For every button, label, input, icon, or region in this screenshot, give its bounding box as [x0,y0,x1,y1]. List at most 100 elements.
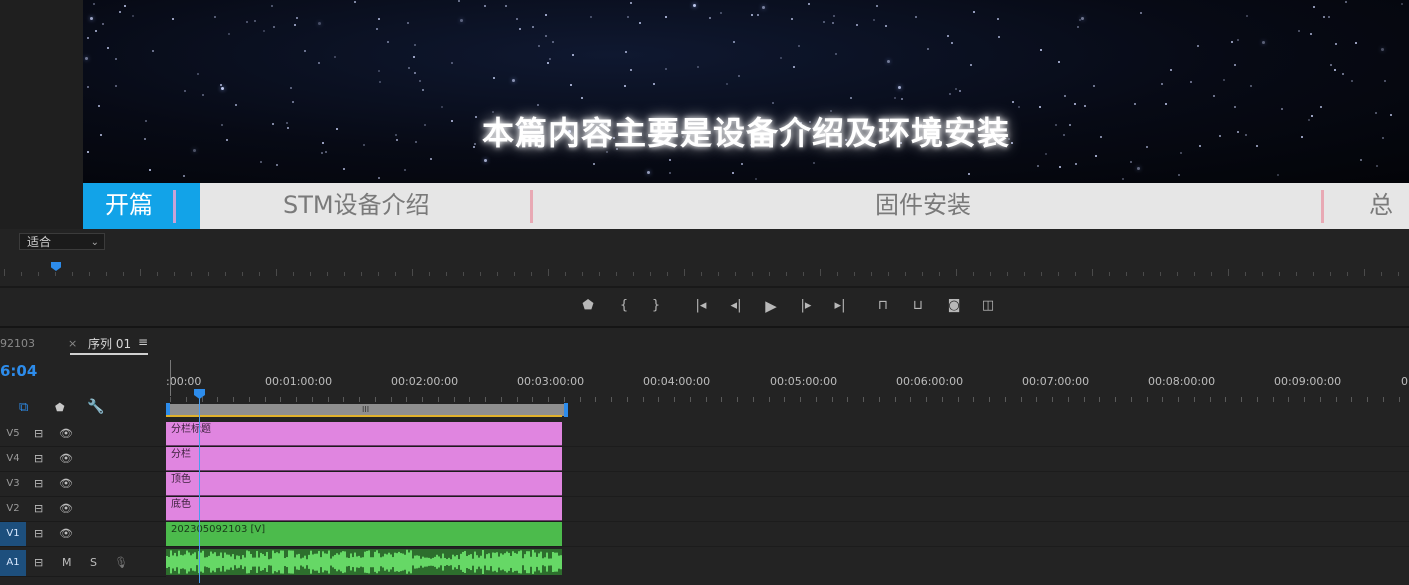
track-target-v3[interactable]: V3 [0,472,26,496]
star [625,51,628,54]
ruler-tick [1336,397,1337,402]
ruler-tick [265,397,266,402]
star [1223,79,1226,82]
mic-icon[interactable]: 🎙 [114,550,128,576]
eye-icon[interactable]: 👁 [59,522,73,546]
ruler-label: 00:02:00:00 [391,375,459,388]
mark-out-button[interactable]: } [643,293,669,319]
star [1196,45,1199,48]
star [386,40,389,43]
ruler-label: 00:07:00:00 [1022,375,1090,388]
star [1250,84,1253,87]
ruler-tick [140,269,141,276]
ruler-tick [395,272,396,276]
star [296,17,299,20]
clip-column[interactable]: 分栏 [166,447,562,471]
track-target-v1[interactable]: V1 [0,522,26,546]
track-target-v4[interactable]: V4 [0,447,26,471]
sync-lock-icon[interactable]: ⊟ [34,472,43,496]
ruler-tick [1364,269,1365,276]
export-frame-button[interactable]: ◙ [941,293,967,319]
playhead-timecode[interactable]: 6:04 [0,362,37,380]
star [947,34,950,37]
close-tab-icon[interactable]: × [68,337,77,350]
go-to-out-button[interactable]: ▸| [827,293,853,319]
ruler-tick [1245,272,1246,276]
work-area-end-handle[interactable] [564,403,568,417]
star [692,3,696,7]
mute-button[interactable]: M [62,550,72,576]
compare-icon: ◫ [981,298,995,313]
eye-icon[interactable]: 👁 [59,447,73,471]
ruler-tick [1228,269,1229,276]
ruler-tick [1058,272,1059,276]
sync-lock-icon[interactable]: ⊟ [34,497,43,521]
clip-audio-main[interactable] [166,549,562,575]
track-target-a1[interactable]: A1 [0,550,26,576]
lift-button[interactable]: ⊓ [870,293,896,319]
step-forward-icon: |▸ [800,298,812,313]
star [1354,42,1357,45]
sync-lock-icon[interactable]: ⊟ [34,550,43,576]
star [1401,2,1404,5]
eye-icon[interactable]: 👁 [59,472,73,496]
star [545,14,548,17]
star [98,104,101,107]
add-marker-button[interactable]: ⬟ [575,293,601,319]
mark-in-button[interactable]: { [611,293,637,319]
wrench-icon[interactable]: 🔧 [87,399,104,415]
star [377,177,380,180]
star [151,50,154,53]
extract-button[interactable]: ⊔ [905,293,931,319]
star [259,160,262,163]
star [1384,80,1387,83]
clip-bottom-color[interactable]: 底色 [166,497,562,521]
clip-top-color[interactable]: 顶色 [166,472,562,496]
star [915,16,918,19]
go-to-in-button[interactable]: |◂ [688,293,714,319]
star [531,26,534,29]
eye-icon[interactable]: 👁 [59,422,73,446]
ruler-tick [958,397,959,402]
timeline-time-ruler[interactable]: :00:00 00:01:00:00 00:02:00:00 00:03:00:… [166,360,1409,404]
ruler-tick [1068,397,1069,402]
track-target-v5[interactable]: V5 [0,422,26,446]
zoom-fit-select[interactable]: 适合 ⌄ [19,233,105,250]
step-forward-button[interactable]: |▸ [793,293,819,319]
ruler-tick [706,397,707,402]
ruler-tick [463,272,464,276]
clip-video-main[interactable]: 202305092103 [V] [166,522,562,546]
eye-icon[interactable]: 👁 [59,497,73,521]
ruler-tick [1036,397,1037,402]
play-button[interactable]: ▶ [758,293,784,319]
star [343,168,346,171]
star [418,80,421,83]
ruler-tick [531,272,532,276]
clip-column-title[interactable]: 分栏标题 [166,422,562,446]
sync-lock-icon[interactable]: ⊟ [34,447,43,471]
sync-lock-icon[interactable]: ⊟ [34,522,43,546]
star [570,84,573,87]
chapter-divider [173,190,176,223]
tab-sequence-01[interactable]: 序列 01 [88,335,131,352]
star [926,48,929,51]
step-back-button[interactable]: ◂| [723,293,749,319]
solo-button[interactable]: S [90,550,97,576]
star [696,65,699,68]
ruler-tick [1177,272,1178,276]
monitor-time-ruler[interactable] [0,262,1409,276]
star [114,58,117,61]
snap-icon[interactable]: ⧉ [19,401,33,415]
playhead-line[interactable] [199,396,200,583]
ruler-tick [361,272,362,276]
tab-source-clip[interactable]: 92103 [0,337,35,350]
add-marker-icon[interactable]: ⬟ [55,401,65,414]
star [1058,60,1061,63]
panel-menu-icon[interactable]: ≡ [138,335,148,349]
video-preview[interactable]: 本篇内容主要是设备介绍及环境安装 [83,0,1409,183]
ruler-tick [1052,397,1053,402]
ruler-tick [1320,397,1321,402]
sync-lock-icon[interactable]: ⊟ [34,422,43,446]
comparison-view-button[interactable]: ◫ [975,293,1001,319]
track-target-v2[interactable]: V2 [0,497,26,521]
